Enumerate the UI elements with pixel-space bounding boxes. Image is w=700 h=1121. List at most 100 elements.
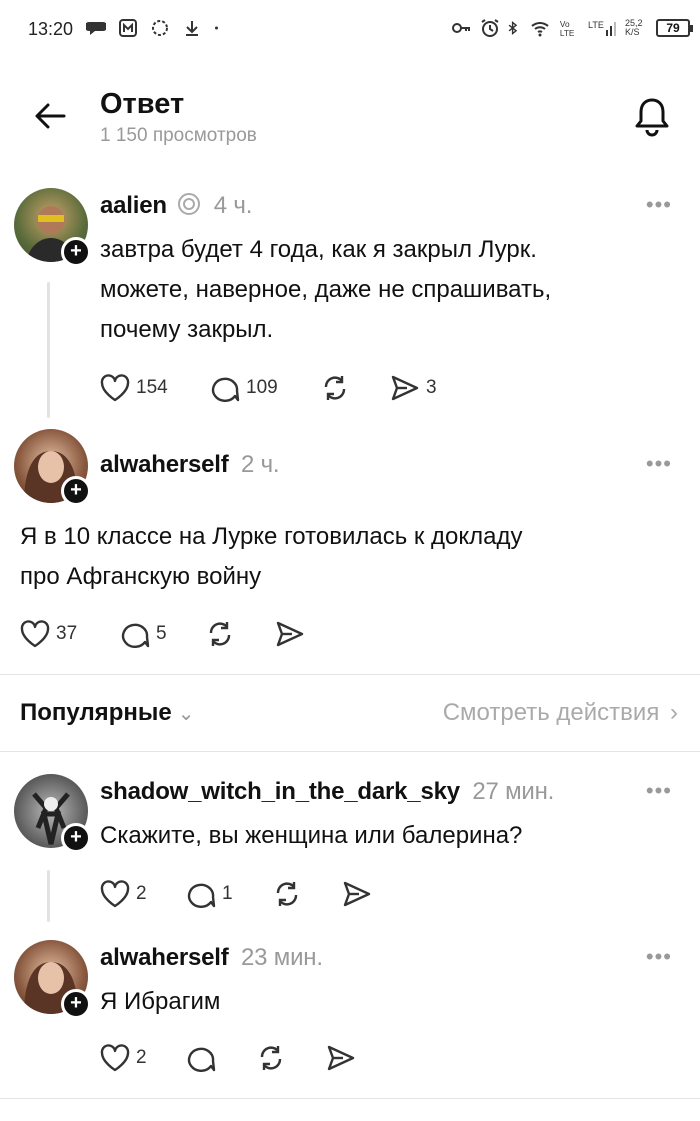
bluetooth-icon	[508, 20, 518, 36]
send-icon	[343, 881, 371, 907]
sort-dropdown[interactable]: Популярные ⌄	[20, 699, 194, 727]
more-options-button[interactable]: •••	[646, 778, 672, 804]
back-button[interactable]	[30, 96, 70, 136]
like-count: 154	[136, 377, 168, 398]
reply-button[interactable]: 1	[186, 880, 272, 908]
post-username[interactable]: alwaherself 23 мин.	[100, 944, 323, 972]
svg-text:Vo: Vo	[560, 20, 570, 29]
bottom-divider	[0, 1098, 700, 1099]
repost-icon	[260, 1046, 282, 1070]
send-icon	[276, 621, 304, 647]
post-username[interactable]: alwaherself 2 ч.	[100, 451, 280, 479]
brain-icon	[152, 20, 168, 36]
more-options-button[interactable]: •••	[646, 944, 672, 970]
more-options-button[interactable]: •••	[646, 451, 672, 477]
comment-icon	[211, 377, 240, 402]
dot-icon	[215, 26, 218, 30]
post-actions: 154 109 3	[100, 374, 437, 402]
post-username[interactable]: shadow_witch_in_the_dark_sky 27 мин.	[100, 778, 554, 806]
comment-icon	[187, 883, 216, 908]
follow-plus-button[interactable]: +	[61, 823, 91, 853]
status-time: 13:20	[28, 19, 74, 39]
sort-label: Популярные	[20, 699, 172, 726]
post-time: 23 мин.	[241, 944, 323, 971]
post-actions: 2 1	[100, 880, 372, 908]
like-count: 2	[136, 1047, 147, 1068]
bell-icon	[635, 98, 669, 137]
thread-line	[47, 282, 50, 418]
repost-icon	[276, 882, 298, 906]
heart-icon	[100, 880, 130, 908]
post-actions: 2	[100, 1044, 356, 1072]
reply-count: 5	[156, 623, 167, 644]
reply-count: 1	[222, 883, 233, 904]
post-text-line: Я Ибрагим	[100, 988, 221, 1015]
post-username[interactable]: aalien 4 ч.	[100, 192, 252, 220]
share-count: 3	[426, 377, 437, 398]
reply-button[interactable]	[186, 1044, 256, 1072]
username-text: shadow_witch_in_the_dark_sky	[100, 778, 460, 805]
repost-button[interactable]	[272, 880, 342, 908]
post-time: 27 мин.	[472, 778, 555, 805]
username-text: aalien	[100, 192, 167, 219]
chevron-right-icon: ›	[670, 699, 678, 726]
send-icon	[327, 1045, 355, 1071]
repost-button[interactable]	[320, 374, 390, 402]
heart-icon	[100, 374, 130, 402]
post-text-line: Скажите, вы женщина или балерина?	[100, 822, 523, 849]
view-actions-link[interactable]: Смотреть действия ›	[443, 699, 678, 727]
status-bar: 13:20 Vo LTE LTE 25,2 K/S 79	[0, 0, 700, 60]
like-button[interactable]: 2	[100, 1044, 186, 1072]
share-button[interactable]: 3	[390, 374, 437, 402]
post-text-line: про Афганскую войну	[20, 563, 262, 590]
reply-button[interactable]: 109	[210, 374, 320, 402]
post-text: Я в 10 классе на Лурке готовилась к докл…	[20, 517, 523, 597]
share-button[interactable]	[275, 620, 305, 648]
like-count: 37	[56, 623, 78, 644]
username-text: alwaherself	[100, 451, 229, 478]
repost-icon	[209, 622, 231, 646]
status-left-icons	[86, 18, 224, 38]
post-text: Скажите, вы женщина или балерина?	[100, 816, 522, 856]
repost-button[interactable]	[256, 1044, 326, 1072]
post-aalien: + aalien 4 ч. ••• завтра будет 4 года, к…	[0, 180, 700, 420]
key-icon	[452, 23, 470, 33]
view-count: 1 150 просмотров	[100, 125, 257, 146]
repost-button[interactable]	[205, 620, 275, 648]
like-button[interactable]: 37	[20, 620, 120, 648]
verified-ring-icon	[178, 193, 201, 215]
more-options-button[interactable]: •••	[646, 192, 672, 218]
notifications-button[interactable]	[632, 94, 672, 138]
thread-line	[47, 870, 50, 922]
download-icon	[186, 21, 198, 36]
like-button[interactable]: 154	[100, 374, 210, 402]
post-text-line: завтра будет 4 года, как я закрыл Лурк.	[100, 236, 537, 263]
follow-plus-button[interactable]: +	[61, 476, 91, 506]
post-text: Я Ибрагим	[100, 982, 220, 1022]
view-actions-label: Смотреть действия	[442, 699, 660, 726]
post-shadow-witch: + shadow_witch_in_the_dark_sky 27 мин. •…	[0, 766, 700, 926]
send-icon	[391, 375, 419, 401]
share-button[interactable]	[326, 1044, 356, 1072]
header: Ответ 1 150 просмотров	[0, 80, 700, 160]
lte-signal-icon: LTE	[588, 20, 616, 36]
follow-plus-button[interactable]: +	[61, 237, 91, 267]
reply-count: 109	[246, 377, 278, 398]
battery-indicator: 79	[656, 19, 693, 37]
share-button[interactable]	[342, 880, 372, 908]
arrow-left-icon	[35, 103, 66, 129]
wifi-icon	[531, 22, 549, 37]
post-time: 2 ч.	[241, 451, 280, 478]
post-alwaherself: + alwaherself 2 ч. ••• Я в 10 классе на …	[0, 425, 700, 665]
chevron-down-icon: ⌄	[177, 703, 195, 725]
popular-bar: Популярные ⌄ Смотреть действия ›	[0, 674, 700, 752]
like-button[interactable]: 2	[100, 880, 186, 908]
page-title: Ответ	[100, 88, 185, 120]
reply-button[interactable]: 5	[120, 620, 205, 648]
follow-plus-button[interactable]: +	[61, 989, 91, 1019]
status-right-icons: Vo LTE LTE 25,2 K/S 79	[449, 18, 693, 38]
username-text: alwaherself	[100, 944, 229, 971]
volte-icon: VoLTE	[560, 20, 575, 38]
m-app-icon	[119, 19, 137, 37]
comment-icon	[121, 623, 150, 648]
